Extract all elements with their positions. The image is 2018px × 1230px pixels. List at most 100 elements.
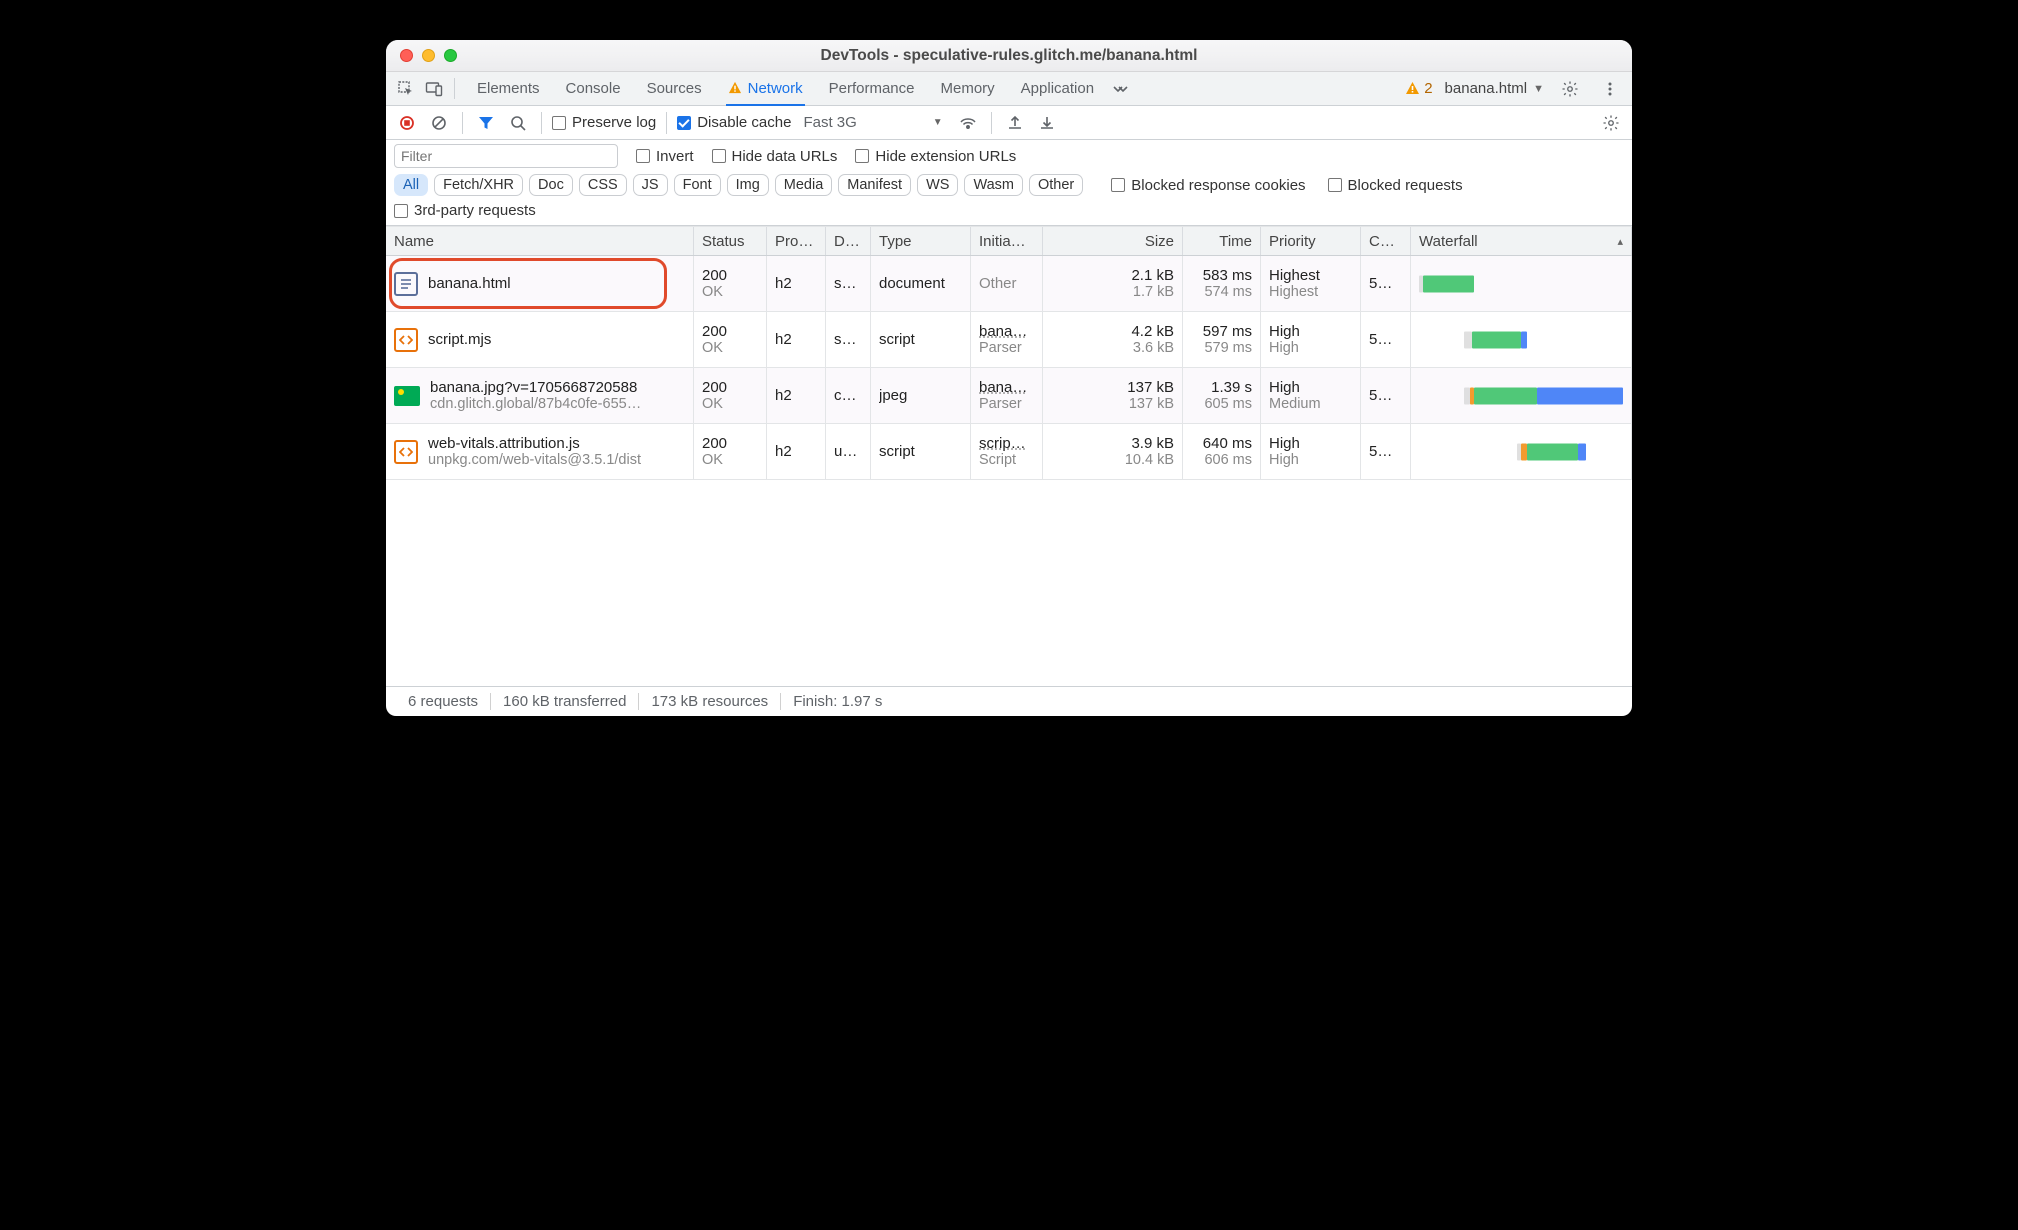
table-row[interactable]: script.mjs 200OK h2 sp… script bana…Pars… <box>386 312 1632 368</box>
cell-status: 200OK <box>694 312 767 367</box>
import-har-icon[interactable] <box>1034 110 1060 136</box>
cell-initiator: Other <box>971 256 1043 311</box>
chevron-down-icon: ▼ <box>933 117 943 128</box>
tab-memory[interactable]: Memory <box>939 72 997 106</box>
cell-waterfall <box>1411 256 1632 311</box>
type-filter-ws[interactable]: WS <box>917 174 958 196</box>
cell-name: banana.html <box>386 256 694 311</box>
traffic-lights <box>400 49 457 62</box>
type-filter-manifest[interactable]: Manifest <box>838 174 911 196</box>
script-icon <box>394 328 418 352</box>
throttle-selector[interactable]: Fast 3G ▼ <box>797 114 948 131</box>
disable-cache-checkbox[interactable]: Disable cache <box>677 114 791 131</box>
col-status[interactable]: Status <box>694 227 767 255</box>
cell-priority: HighHigh <box>1261 312 1361 367</box>
record-icon[interactable] <box>394 110 420 136</box>
cell-domain: sp… <box>826 256 871 311</box>
kebab-menu-icon[interactable] <box>1596 81 1624 97</box>
cell-size: 137 kB137 kB <box>1043 368 1183 423</box>
blocked-cookies-checkbox[interactable]: Blocked response cookies <box>1111 177 1305 194</box>
cell-connection: 5… <box>1361 424 1411 479</box>
network-conditions-icon[interactable] <box>955 110 981 136</box>
col-type[interactable]: Type <box>871 227 971 255</box>
cell-waterfall <box>1411 368 1632 423</box>
preserve-log-checkbox[interactable]: Preserve log <box>552 114 656 131</box>
cell-initiator: scrip…Script <box>971 424 1043 479</box>
cell-priority: HighHigh <box>1261 424 1361 479</box>
type-filter-all[interactable]: All <box>394 174 428 196</box>
col-name[interactable]: Name <box>386 227 694 255</box>
table-row[interactable]: banana.html 200OK h2 sp… document Other … <box>386 256 1632 312</box>
cell-status: 200OK <box>694 256 767 311</box>
panel-tabs: Elements Console Sources Network Performance… <box>386 72 1632 106</box>
search-icon[interactable] <box>505 110 531 136</box>
hide-extension-urls-checkbox[interactable]: Hide extension URLs <box>855 148 1016 165</box>
cell-domain: un… <box>826 424 871 479</box>
cell-time: 583 ms574 ms <box>1183 256 1261 311</box>
tab-console[interactable]: Console <box>564 72 623 106</box>
status-resources: 173 kB resources <box>639 693 781 710</box>
tab-elements[interactable]: Elements <box>475 72 542 106</box>
target-selector[interactable]: banana.html ▼ <box>1445 80 1544 97</box>
type-filter-doc[interactable]: Doc <box>529 174 573 196</box>
status-requests: 6 requests <box>396 693 491 710</box>
col-time[interactable]: Time <box>1183 227 1261 255</box>
clear-icon[interactable] <box>426 110 452 136</box>
cell-time: 640 ms606 ms <box>1183 424 1261 479</box>
cell-protocol: h2 <box>767 256 826 311</box>
status-transferred: 160 kB transferred <box>491 693 639 710</box>
tab-network[interactable]: Network <box>726 72 805 106</box>
cell-priority: HighestHighest <box>1261 256 1361 311</box>
third-party-checkbox[interactable]: 3rd-party requests <box>394 202 536 219</box>
gear-icon[interactable] <box>1556 80 1584 98</box>
col-initiator[interactable]: Initia… <box>971 227 1043 255</box>
table-row[interactable]: web-vitals.attribution.jsunpkg.com/web-v… <box>386 424 1632 480</box>
filter-icon[interactable] <box>473 110 499 136</box>
col-waterfall[interactable]: Waterfall <box>1411 227 1632 255</box>
warning-icon <box>1405 81 1420 96</box>
col-domain[interactable]: D… <box>826 227 871 255</box>
type-filter-css[interactable]: CSS <box>579 174 627 196</box>
warning-icon <box>728 81 742 95</box>
type-filter-font[interactable]: Font <box>674 174 721 196</box>
cell-connection: 5… <box>1361 256 1411 311</box>
col-protocol[interactable]: Pro… <box>767 227 826 255</box>
more-tabs-icon[interactable] <box>1106 72 1134 105</box>
device-toolbar-icon[interactable] <box>420 72 448 105</box>
cell-type: document <box>871 256 971 311</box>
minimize-icon[interactable] <box>422 49 435 62</box>
tab-application[interactable]: Application <box>1019 72 1096 106</box>
cell-priority: HighMedium <box>1261 368 1361 423</box>
image-icon <box>394 386 420 406</box>
tab-performance[interactable]: Performance <box>827 72 917 106</box>
close-icon[interactable] <box>400 49 413 62</box>
zoom-icon[interactable] <box>444 49 457 62</box>
type-filter-js[interactable]: JS <box>633 174 668 196</box>
hide-data-urls-checkbox[interactable]: Hide data URLs <box>712 148 838 165</box>
inspect-element-icon[interactable] <box>392 72 420 105</box>
col-connection[interactable]: C… <box>1361 227 1411 255</box>
cell-time: 1.39 s605 ms <box>1183 368 1261 423</box>
issues-count[interactable]: 2 <box>1405 80 1432 97</box>
cell-initiator: bana…Parser <box>971 312 1043 367</box>
type-filter-img[interactable]: Img <box>727 174 769 196</box>
export-har-icon[interactable] <box>1002 110 1028 136</box>
type-filter-media[interactable]: Media <box>775 174 833 196</box>
cell-initiator: bana…Parser <box>971 368 1043 423</box>
table-row[interactable]: banana.jpg?v=1705668720588cdn.glitch.glo… <box>386 368 1632 424</box>
network-toolbar: Preserve log Disable cache Fast 3G ▼ <box>386 106 1632 140</box>
table-header: Name Status Pro… D… Type Initia… Size Ti… <box>386 226 1632 256</box>
type-filter-wasm[interactable]: Wasm <box>964 174 1023 196</box>
blocked-requests-checkbox[interactable]: Blocked requests <box>1328 177 1463 194</box>
col-size[interactable]: Size <box>1043 227 1183 255</box>
type-filter-other[interactable]: Other <box>1029 174 1083 196</box>
script-icon <box>394 440 418 464</box>
tab-sources[interactable]: Sources <box>645 72 704 106</box>
invert-checkbox[interactable]: Invert <box>636 148 694 165</box>
gear-icon[interactable] <box>1598 110 1624 136</box>
document-icon <box>394 272 418 296</box>
filter-input[interactable] <box>394 144 618 168</box>
type-filter-fetch-xhr[interactable]: Fetch/XHR <box>434 174 523 196</box>
cell-type: script <box>871 424 971 479</box>
col-priority[interactable]: Priority <box>1261 227 1361 255</box>
